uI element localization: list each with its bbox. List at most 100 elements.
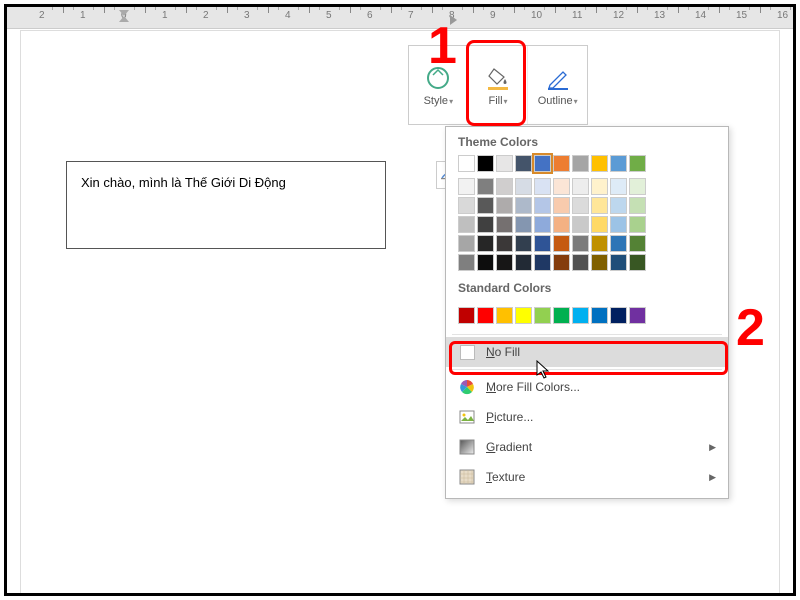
color-swatch[interactable] — [591, 254, 608, 271]
color-swatch[interactable] — [515, 178, 532, 195]
color-swatch[interactable] — [553, 216, 570, 233]
color-swatch[interactable] — [572, 307, 589, 324]
color-swatch[interactable] — [515, 155, 532, 172]
fill-button[interactable]: Fill▾ — [469, 46, 529, 124]
color-swatch[interactable] — [572, 197, 589, 214]
color-swatch[interactable] — [591, 307, 608, 324]
color-swatch[interactable] — [572, 216, 589, 233]
color-swatch[interactable] — [496, 254, 513, 271]
texture-fill-item[interactable]: Texture ▶ — [446, 462, 728, 492]
outline-button[interactable]: Outline▾ — [528, 46, 587, 124]
color-swatch[interactable] — [496, 235, 513, 252]
color-swatch[interactable] — [515, 216, 532, 233]
ruler-number: 16 — [777, 10, 788, 21]
ruler-number: 14 — [695, 10, 706, 21]
color-swatch[interactable] — [458, 155, 475, 172]
color-swatch[interactable] — [553, 235, 570, 252]
pen-icon — [543, 63, 573, 93]
color-swatch[interactable] — [515, 307, 532, 324]
color-swatch[interactable] — [534, 235, 551, 252]
gradient-icon — [458, 438, 476, 456]
color-swatch[interactable] — [477, 216, 494, 233]
color-swatch[interactable] — [572, 235, 589, 252]
text-box[interactable]: Xin chào, mình là Thế Giới Di Động — [66, 161, 386, 249]
color-swatch[interactable] — [610, 254, 627, 271]
color-swatch[interactable] — [458, 235, 475, 252]
color-swatch[interactable] — [553, 307, 570, 324]
picture-fill-item[interactable]: Picture... — [446, 402, 728, 432]
color-swatch[interactable] — [553, 197, 570, 214]
color-swatch[interactable] — [629, 307, 646, 324]
color-swatch[interactable] — [572, 178, 589, 195]
color-swatch[interactable] — [591, 178, 608, 195]
color-swatch[interactable] — [610, 235, 627, 252]
color-swatch[interactable] — [572, 254, 589, 271]
color-swatch[interactable] — [629, 155, 646, 172]
color-swatch[interactable] — [477, 197, 494, 214]
color-swatch[interactable] — [629, 178, 646, 195]
ruler-number: 13 — [654, 10, 665, 21]
fill-dropdown-panel: Theme Colors Standard Colors No Fill Mor… — [445, 126, 729, 499]
color-swatch[interactable] — [496, 178, 513, 195]
color-swatch[interactable] — [496, 155, 513, 172]
ruler-number: 7 — [408, 10, 414, 21]
color-swatch[interactable] — [591, 155, 608, 172]
color-swatch[interactable] — [477, 254, 494, 271]
color-swatch[interactable] — [496, 307, 513, 324]
color-swatch[interactable] — [477, 235, 494, 252]
color-swatch[interactable] — [534, 254, 551, 271]
text-box-content: Xin chào, mình là Thế Giới Di Động — [81, 175, 286, 190]
color-swatch[interactable] — [534, 155, 551, 172]
no-fill-item[interactable]: No Fill — [446, 337, 728, 367]
color-swatch[interactable] — [496, 216, 513, 233]
color-swatch[interactable] — [610, 197, 627, 214]
color-swatch[interactable] — [477, 307, 494, 324]
color-swatch[interactable] — [610, 307, 627, 324]
standard-colors-heading: Standard Colors — [446, 273, 728, 301]
color-swatch[interactable] — [515, 197, 532, 214]
color-swatch[interactable] — [534, 216, 551, 233]
color-swatch[interactable] — [515, 254, 532, 271]
style-icon — [423, 63, 453, 93]
color-swatch[interactable] — [553, 178, 570, 195]
color-swatch[interactable] — [629, 254, 646, 271]
gradient-fill-item[interactable]: Gradient ▶ — [446, 432, 728, 462]
color-swatch[interactable] — [553, 155, 570, 172]
color-swatch[interactable] — [553, 254, 570, 271]
color-swatch[interactable] — [458, 178, 475, 195]
ruler-number: 9 — [490, 10, 496, 21]
color-swatch[interactable] — [458, 197, 475, 214]
color-swatch[interactable] — [515, 235, 532, 252]
style-button[interactable]: Style▾ — [409, 46, 469, 124]
ruler-number: 1 — [162, 10, 168, 21]
color-swatch[interactable] — [572, 155, 589, 172]
color-swatch[interactable] — [496, 197, 513, 214]
color-swatch[interactable] — [591, 235, 608, 252]
paint-bucket-icon — [483, 63, 513, 93]
more-fill-colors-item[interactable]: More Fill Colors... — [446, 372, 728, 402]
ruler-number: 6 — [367, 10, 373, 21]
color-swatch[interactable] — [610, 155, 627, 172]
color-swatch[interactable] — [610, 216, 627, 233]
ruler-number: 12 — [613, 10, 624, 21]
ruler-number: 3 — [244, 10, 250, 21]
color-swatch[interactable] — [534, 178, 551, 195]
color-swatch[interactable] — [629, 235, 646, 252]
color-swatch[interactable] — [458, 216, 475, 233]
color-swatch[interactable] — [458, 307, 475, 324]
color-swatch[interactable] — [591, 197, 608, 214]
color-swatch[interactable] — [477, 178, 494, 195]
color-swatch[interactable] — [458, 254, 475, 271]
ruler-number: 15 — [736, 10, 747, 21]
color-swatch[interactable] — [629, 197, 646, 214]
color-swatch[interactable] — [629, 216, 646, 233]
color-swatch[interactable] — [534, 197, 551, 214]
horizontal-ruler: 21012345678910111213141516 — [7, 7, 793, 29]
ruler-number: 2 — [203, 10, 209, 21]
color-swatch[interactable] — [591, 216, 608, 233]
texture-icon — [458, 468, 476, 486]
ruler-number: 5 — [326, 10, 332, 21]
color-swatch[interactable] — [610, 178, 627, 195]
color-swatch[interactable] — [534, 307, 551, 324]
color-swatch[interactable] — [477, 155, 494, 172]
